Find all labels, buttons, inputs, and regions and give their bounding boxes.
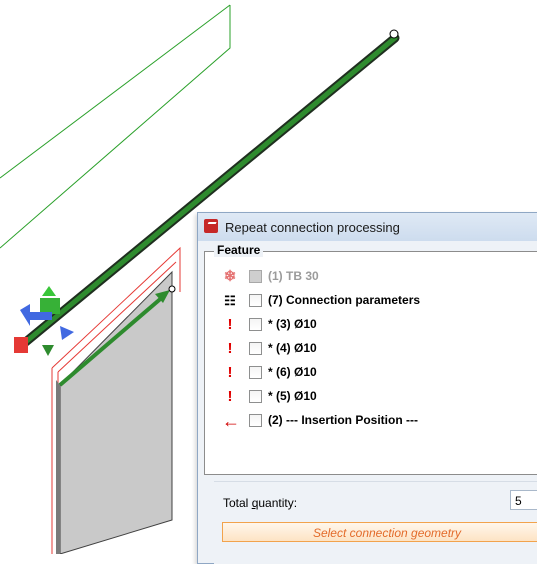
gizmo-green-down[interactable] bbox=[42, 345, 54, 356]
feature-checkbox[interactable] bbox=[249, 390, 262, 403]
feature-checkbox[interactable] bbox=[249, 414, 262, 427]
feature-item-connection-parameters[interactable]: ☷ (7) Connection parameters bbox=[215, 291, 535, 311]
app-logo-icon bbox=[204, 219, 218, 233]
gizmo-green-shaft bbox=[40, 298, 60, 314]
feature-item-label: (2) --- Insertion Position --- bbox=[268, 413, 418, 427]
feature-item-label: * (4) Ø10 bbox=[268, 341, 317, 355]
grey-panel bbox=[59, 270, 173, 554]
feature-checkbox[interactable] bbox=[249, 294, 262, 307]
feature-item-label: * (3) Ø10 bbox=[268, 317, 317, 331]
gizmo-green-arrow[interactable] bbox=[42, 286, 56, 296]
feature-checkbox[interactable] bbox=[249, 270, 262, 283]
dialog-title: Repeat connection processing bbox=[225, 220, 400, 235]
feature-item-3[interactable]: ! * (3) Ø10 bbox=[215, 315, 535, 335]
green-plane-outline-2 bbox=[0, 4, 231, 179]
feature-item-insertion-position[interactable]: ← (2) --- Insertion Position --- bbox=[215, 411, 535, 431]
rod-end-handle[interactable] bbox=[389, 29, 399, 39]
dialog-titlebar[interactable]: Repeat connection processing bbox=[198, 213, 537, 241]
tb-icon: ❄ bbox=[223, 268, 237, 285]
dialog-bottom-panel: Total quantity: 5 Select connection geom… bbox=[214, 481, 537, 564]
gizmo-blue-shaft bbox=[30, 312, 52, 320]
panel-arrow-handle[interactable] bbox=[168, 285, 176, 293]
feature-item-5[interactable]: ! * (5) Ø10 bbox=[215, 387, 535, 407]
feature-checkbox[interactable] bbox=[249, 318, 262, 331]
exclamation-icon: ! bbox=[227, 388, 233, 405]
green-plane-outline bbox=[0, 5, 231, 249]
exclamation-icon: ! bbox=[227, 364, 233, 381]
feature-item-tb30[interactable]: ❄ (1) TB 30 bbox=[215, 267, 535, 287]
feature-item-label: (7) Connection parameters bbox=[268, 293, 421, 307]
exclamation-icon: ! bbox=[227, 316, 233, 333]
connection-params-icon: ☷ bbox=[224, 293, 236, 308]
exclamation-icon: ! bbox=[227, 340, 233, 357]
feature-legend: Feature bbox=[214, 243, 264, 257]
red-arrow-icon: ← bbox=[222, 411, 240, 431]
total-quantity-input[interactable]: 5 bbox=[510, 490, 537, 510]
grey-panel-edge bbox=[56, 380, 60, 554]
feature-item-label: (1) TB 30 bbox=[268, 269, 319, 283]
feature-item-label: * (6) Ø10 bbox=[268, 365, 317, 379]
gizmo-blue-arrow[interactable] bbox=[20, 304, 30, 326]
feature-item-label: * (5) Ø10 bbox=[268, 389, 317, 403]
gizmo-red-box[interactable] bbox=[14, 337, 28, 353]
feature-checkbox[interactable] bbox=[249, 366, 262, 379]
feature-item-6[interactable]: ! * (6) Ø10 bbox=[215, 363, 535, 383]
select-connection-geometry-button[interactable]: Select connection geometry bbox=[222, 522, 537, 542]
gizmo-blue-arrow-2[interactable] bbox=[60, 326, 74, 340]
feature-item-4[interactable]: ! * (4) Ø10 bbox=[215, 339, 535, 359]
total-quantity-label: Total quantity: bbox=[223, 496, 298, 510]
repeat-connection-dialog: Repeat connection processing Feature ❄ (… bbox=[197, 212, 537, 564]
feature-checkbox[interactable] bbox=[249, 342, 262, 355]
